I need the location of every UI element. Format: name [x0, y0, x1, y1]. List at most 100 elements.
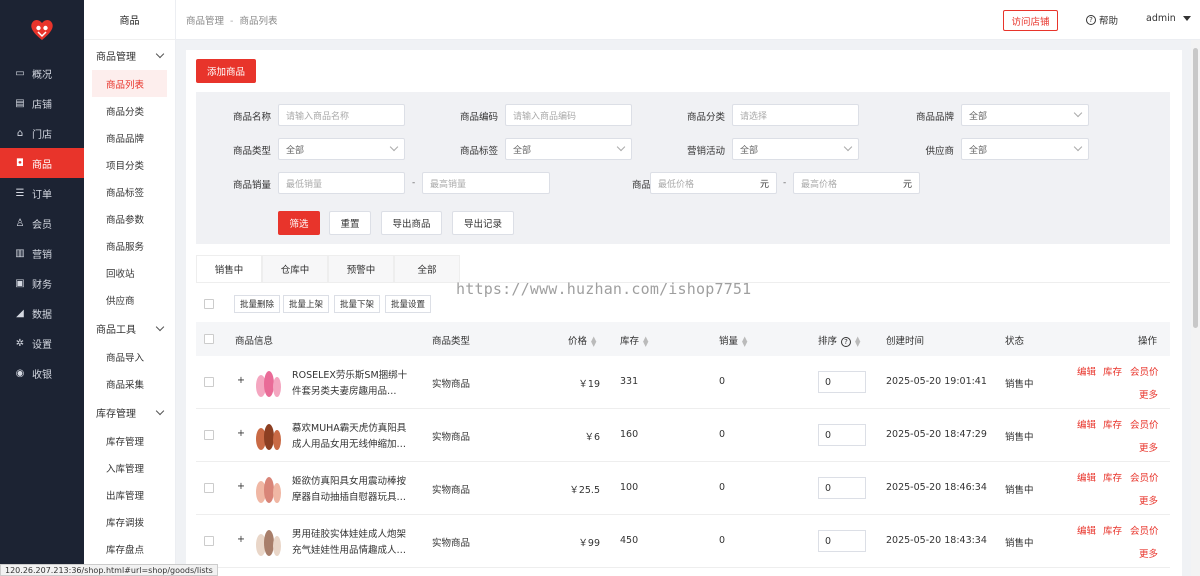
nav-item-9[interactable]: ✲ 设置 [0, 328, 84, 358]
subnav-item[interactable]: 库存调拨 [84, 508, 175, 535]
product-name-link[interactable]: 慕欢MUHA霸天虎仿真阳具成人用品女用无线伸缩加… [292, 421, 412, 453]
subnav-item[interactable]: 回收站 [84, 259, 175, 286]
goods-brand-select[interactable]: 全部 [961, 104, 1089, 126]
member-price-link[interactable]: 会员价 [1130, 470, 1159, 484]
subnav-item[interactable]: 库存盘点 [84, 535, 175, 562]
filter-button[interactable]: 筛选 [278, 211, 320, 235]
subnav-item[interactable]: 入库管理 [84, 454, 175, 481]
select-all-checkbox[interactable] [204, 299, 214, 309]
edit-link[interactable]: 编辑 [1077, 470, 1096, 484]
row-checkbox[interactable] [204, 536, 214, 546]
page-scrollbar[interactable] [1191, 40, 1200, 576]
col-sort[interactable]: 排序? ▲ ▼ [818, 333, 860, 347]
subnav-group-goods-tools[interactable]: 商品工具 [84, 313, 175, 343]
stock-link[interactable]: 库存 [1103, 470, 1122, 484]
subnav-item[interactable]: 库存管理 [84, 427, 175, 454]
subnav-item[interactable]: 商品分类 [84, 97, 175, 124]
user-menu[interactable]: admin [1146, 13, 1191, 24]
goods-type-select[interactable]: 全部 [278, 138, 405, 160]
product-name-link[interactable]: 男用硅胶实体娃娃成人炮架充气娃娃性用品情趣成人… [292, 527, 412, 559]
subnav-group-stock-manage[interactable]: 库存管理 [84, 397, 175, 427]
subnav-item[interactable]: 商品参数 [84, 205, 175, 232]
question-icon[interactable]: ? [841, 336, 852, 347]
product-thumbnail[interactable] [251, 472, 285, 506]
member-price-link[interactable]: 会员价 [1130, 417, 1159, 431]
subnav-item[interactable]: 商品采集 [84, 370, 175, 397]
reset-button[interactable]: 重置 [329, 211, 371, 235]
sort-order-input[interactable]: 0 [818, 530, 866, 552]
goods-category-select[interactable]: 请选择 [732, 104, 859, 126]
member-price-link[interactable]: 会员价 [1130, 523, 1159, 537]
stock-link[interactable]: 库存 [1103, 523, 1122, 537]
row-checkbox[interactable] [204, 377, 214, 387]
goods-name-input[interactable]: 请输入商品名称 [278, 104, 405, 126]
sort-order-input[interactable]: 0 [818, 477, 866, 499]
subnav-item[interactable]: 出库管理 [84, 481, 175, 508]
nav-item-5[interactable]: ♙ 会员 [0, 208, 84, 238]
bulk-action-button[interactable]: 批量删除 [234, 295, 281, 313]
bulk-action-button[interactable]: 批量设置 [385, 295, 432, 313]
status-tab[interactable]: 预警中 [328, 255, 394, 283]
status-tab[interactable]: 全部 [394, 255, 460, 283]
visit-store-button[interactable]: 访问店铺 [1003, 10, 1058, 31]
more-link[interactable]: 更多 [1139, 493, 1158, 507]
col-sales[interactable]: 销量 ▲ ▼ [719, 333, 747, 347]
product-name-link[interactable]: 姬欲仿真阳具女用震动棒按摩器自动抽插自慰器玩具… [292, 474, 412, 506]
subnav-item[interactable]: 商品列表 [92, 70, 167, 97]
subnav-item[interactable]: 商品品牌 [84, 124, 175, 151]
subnav-group-goods-manage[interactable]: 商品管理 [84, 40, 175, 70]
more-link[interactable]: 更多 [1139, 546, 1158, 560]
nav-item-3[interactable]: ◘ 商品 [0, 148, 84, 178]
goods-tag-select[interactable]: 全部 [505, 138, 632, 160]
product-thumbnail[interactable] [251, 419, 285, 453]
bulk-action-button[interactable]: 批量下架 [334, 295, 381, 313]
nav-item-10[interactable]: ◉ 收银 [0, 358, 84, 388]
price-max-input[interactable]: 最高价格 元 [793, 172, 920, 194]
add-goods-button[interactable]: 添加商品 [196, 59, 256, 83]
product-thumbnail[interactable] [251, 525, 285, 559]
breadcrumb-goods-manage[interactable]: 商品管理 [186, 16, 224, 27]
row-checkbox[interactable] [204, 483, 214, 493]
brand-logo[interactable] [0, 0, 84, 58]
expand-toggle[interactable]: + [237, 375, 245, 386]
edit-link[interactable]: 编辑 [1077, 364, 1096, 378]
product-thumbnail[interactable] [251, 366, 285, 400]
edit-link[interactable]: 编辑 [1077, 523, 1096, 537]
subnav-item[interactable]: 项目分类 [84, 151, 175, 178]
subnav-item[interactable]: 供应商 [84, 286, 175, 313]
subnav-item[interactable]: 商品标签 [84, 178, 175, 205]
bulk-action-button[interactable]: 批量上架 [283, 295, 330, 313]
subnav-item[interactable]: 商品导入 [84, 343, 175, 370]
expand-toggle[interactable]: + [237, 428, 245, 439]
supplier-select[interactable]: 全部 [961, 138, 1089, 160]
export-goods-button[interactable]: 导出商品 [381, 211, 442, 235]
sales-max-input[interactable]: 最高销量 [422, 172, 550, 194]
more-link[interactable]: 更多 [1139, 440, 1158, 454]
row-checkbox[interactable] [204, 430, 214, 440]
scrollbar-thumb[interactable] [1193, 48, 1198, 328]
export-log-button[interactable]: 导出记录 [452, 211, 514, 235]
status-tab[interactable]: 仓库中 [262, 255, 328, 283]
sort-order-input[interactable]: 0 [818, 371, 866, 393]
nav-item-8[interactable]: ◢ 数据 [0, 298, 84, 328]
product-name-link[interactable]: ROSELEX劳乐斯SM捆绑十件套另类夫妻房趣用品… [292, 368, 412, 400]
goods-code-input[interactable]: 请输入商品编码 [505, 104, 632, 126]
nav-item-2[interactable]: ⌂ 门店 [0, 118, 84, 148]
nav-item-6[interactable]: ▥ 营销 [0, 238, 84, 268]
expand-toggle[interactable]: + [237, 481, 245, 492]
nav-item-7[interactable]: ▣ 财务 [0, 268, 84, 298]
sort-order-input[interactable]: 0 [818, 424, 866, 446]
edit-link[interactable]: 编辑 [1077, 417, 1096, 431]
nav-item-1[interactable]: ▤ 店铺 [0, 88, 84, 118]
stock-link[interactable]: 库存 [1103, 364, 1122, 378]
header-checkbox[interactable] [204, 334, 214, 344]
expand-toggle[interactable]: + [237, 534, 245, 545]
subnav-item[interactable]: 商品服务 [84, 232, 175, 259]
nav-item-4[interactable]: ☰ 订单 [0, 178, 84, 208]
promotion-select[interactable]: 全部 [732, 138, 859, 160]
help-link[interactable]: ? 帮助 [1086, 13, 1118, 27]
col-price[interactable]: 价格 ▲ ▼ [568, 333, 596, 347]
status-tab[interactable]: 销售中 [196, 255, 262, 283]
more-link[interactable]: 更多 [1139, 387, 1158, 401]
col-stock[interactable]: 库存 ▲ ▼ [620, 333, 648, 347]
